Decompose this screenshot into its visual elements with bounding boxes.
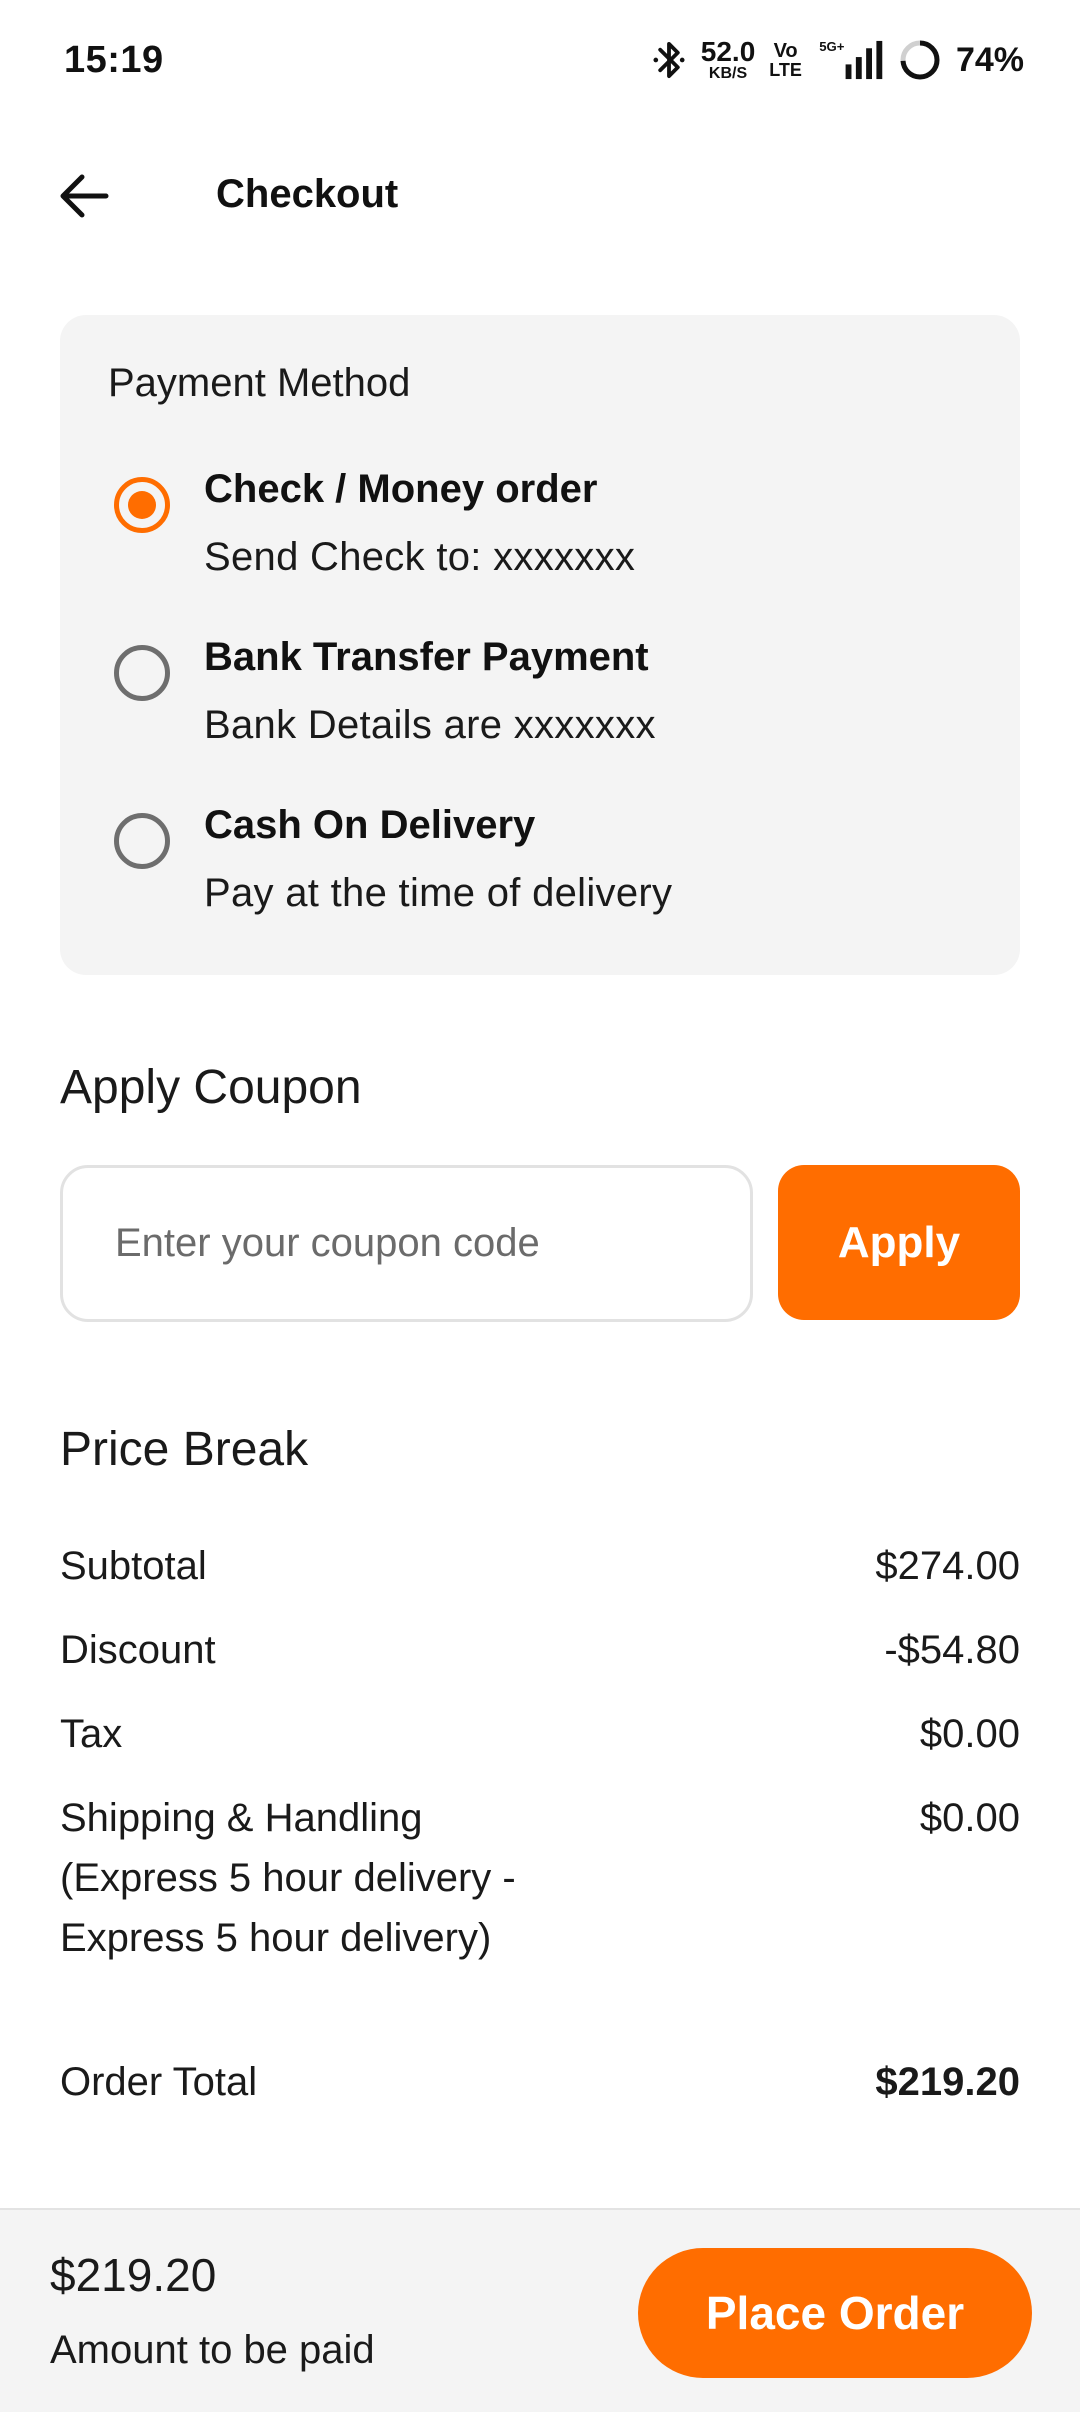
payment-option-title: Bank Transfer Payment	[204, 635, 649, 679]
net-speed-value: 52.0	[700, 36, 756, 67]
price-label: Subtotal	[60, 1544, 207, 1588]
payment-option-bank-transfer[interactable]: Bank Transfer Payment Bank Details are x…	[114, 635, 994, 775]
volte-top: Vo	[773, 40, 798, 62]
coupon-heading: Apply Coupon	[60, 1061, 362, 1114]
payment-option-title: Check / Money order	[204, 467, 598, 511]
net-speed-unit: KB/S	[708, 65, 748, 82]
price-row-discount: Discount -$54.80	[60, 1620, 1020, 1680]
volte-indicator: Vo LTE	[769, 41, 802, 79]
price-value: $219.20	[875, 2060, 1020, 2104]
payment-option-check[interactable]: Check / Money order Send Check to: xxxxx…	[114, 467, 994, 607]
amount-to-pay-label: Amount to be paid	[50, 2328, 375, 2372]
payment-option-description: Bank Details are xxxxxxx	[204, 703, 656, 747]
apply-coupon-button[interactable]: Apply	[778, 1165, 1020, 1320]
status-time: 15:19	[64, 38, 164, 81]
price-label: Order Total	[60, 2060, 258, 2104]
price-row-shipping: Shipping & Handling (Express 5 hour deli…	[60, 1788, 1020, 2028]
coupon-code-input[interactable]	[60, 1165, 753, 1322]
volte-bottom: LTE	[769, 60, 802, 80]
checkout-screen: 15:19 52.0 KB/S Vo LTE 5G+ 74% Checkout …	[0, 0, 1080, 2412]
back-button[interactable]	[52, 168, 116, 224]
payment-option-cash-on-delivery[interactable]: Cash On Delivery Pay at the time of deli…	[114, 803, 994, 943]
radio-button[interactable]	[114, 645, 170, 701]
price-value: $0.00	[919, 1712, 1020, 1756]
price-value: $274.00	[875, 1544, 1020, 1588]
price-value: $0.00	[919, 1796, 1020, 1840]
status-bar: 15:19 52.0 KB/S Vo LTE 5G+ 74%	[0, 0, 1080, 120]
price-row-subtotal: Subtotal $274.00	[60, 1536, 1020, 1596]
net-speed-indicator: 52.0 KB/S	[701, 38, 756, 82]
price-label: Shipping & Handling (Express 5 hour deli…	[60, 1796, 516, 1960]
payment-option-description: Pay at the time of delivery	[204, 871, 673, 915]
signal-icon: 5G+	[819, 39, 883, 80]
place-order-button[interactable]: Place Order	[638, 2248, 1032, 2378]
price-label: Tax	[60, 1712, 123, 1756]
payment-method-card: Payment Method Check / Money order Send …	[60, 315, 1020, 975]
bottom-checkout-bar: $219.20 Amount to be paid Place Order	[0, 2208, 1080, 2412]
price-value: -$54.80	[884, 1628, 1020, 1672]
payment-option-title: Cash On Delivery	[204, 803, 536, 847]
status-icons: 52.0 KB/S Vo LTE 5G+ 74%	[651, 38, 1024, 82]
battery-icon	[900, 40, 940, 80]
amount-to-pay-value: $219.20	[50, 2249, 217, 2301]
app-header: Checkout	[0, 150, 1080, 240]
radio-button[interactable]	[114, 477, 170, 533]
page-title: Checkout	[216, 172, 399, 216]
radio-button[interactable]	[114, 813, 170, 869]
payment-option-description: Send Check to: xxxxxxx	[204, 535, 636, 579]
price-label: Discount	[60, 1628, 216, 1672]
price-row-order-total: Order Total $219.20	[60, 2052, 1020, 2112]
arrow-left-icon	[60, 174, 109, 218]
network-type-label: 5G+	[819, 39, 845, 54]
battery-percent: 74%	[955, 40, 1024, 79]
payment-method-title: Payment Method	[108, 361, 411, 405]
bluetooth-icon	[653, 41, 685, 79]
price-row-tax: Tax $0.00	[60, 1704, 1020, 1764]
price-break-heading: Price Break	[60, 1423, 309, 1476]
